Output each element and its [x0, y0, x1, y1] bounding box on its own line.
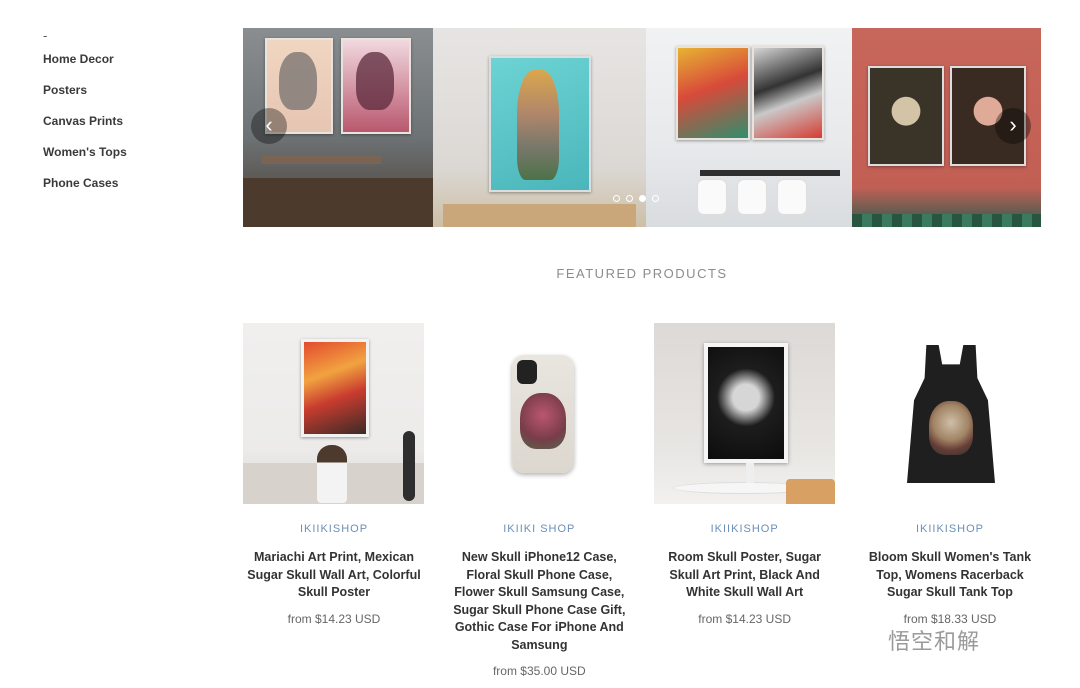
hero-slideshow[interactable]: ‹ ›: [243, 28, 1041, 227]
sidebar-nav: - Home Decor Posters Canvas Prints Women…: [43, 28, 203, 205]
slideshow-dot[interactable]: [652, 195, 659, 202]
product-card[interactable]: IKIIKISHOP Mariachi Art Print, Mexican S…: [243, 323, 425, 678]
slideshow-prev-button[interactable]: ‹: [251, 108, 287, 144]
slide-panel-tiger-prints: [646, 28, 852, 227]
chevron-right-icon: ›: [1009, 112, 1017, 137]
product-title[interactable]: Room Skull Poster, Sugar Skull Art Print…: [654, 549, 836, 602]
sidebar-item-posters[interactable]: Posters: [43, 81, 203, 112]
sidebar-item-home-decor[interactable]: Home Decor: [43, 50, 203, 81]
product-image[interactable]: [243, 323, 424, 504]
product-image[interactable]: [448, 323, 630, 504]
chevron-left-icon: ‹: [265, 112, 273, 137]
product-vendor[interactable]: IKIIKISHOP: [243, 523, 425, 535]
sidebar-item-phone-cases[interactable]: Phone Cases: [43, 174, 203, 205]
slideshow-next-button[interactable]: ›: [995, 108, 1031, 144]
product-price: from $35.00 USD: [492, 664, 586, 678]
slideshow-dot[interactable]: [639, 195, 646, 202]
sidebar-item-womens-tops[interactable]: Women's Tops: [43, 143, 203, 174]
slideshow-dot[interactable]: [626, 195, 633, 202]
featured-products-heading: FEATURED PRODUCTS: [556, 266, 728, 281]
product-price: from $14.23 USD: [698, 611, 792, 626]
product-vendor[interactable]: IKIIKI SHOP: [448, 523, 630, 535]
sidebar-dash: -: [43, 28, 48, 43]
slideshow-pagination: [613, 195, 659, 202]
sidebar-item-canvas-prints[interactable]: Canvas Prints: [43, 112, 203, 143]
product-image[interactable]: [653, 323, 835, 504]
product-title[interactable]: New Skull iPhone12 Case, Floral Skull Ph…: [448, 549, 630, 654]
product-card[interactable]: IKIIKISHOP Room Skull Poster, Sugar Skul…: [653, 323, 836, 678]
product-vendor[interactable]: IKIIKISHOP: [859, 523, 1041, 535]
product-price: from $14.23 USD: [287, 611, 381, 626]
product-card[interactable]: IKIIKI SHOP New Skull iPhone12 Case, Flo…: [448, 323, 630, 678]
product-vendor[interactable]: IKIIKISHOP: [654, 523, 836, 535]
wechat-watermark: 悟空和解: [888, 630, 981, 655]
slideshow-dot[interactable]: [613, 195, 620, 202]
product-image[interactable]: [858, 323, 1040, 504]
product-title[interactable]: Mariachi Art Print, Mexican Sugar Skull …: [243, 549, 425, 602]
product-title[interactable]: Bloom Skull Women's Tank Top, Womens Rac…: [859, 549, 1041, 602]
